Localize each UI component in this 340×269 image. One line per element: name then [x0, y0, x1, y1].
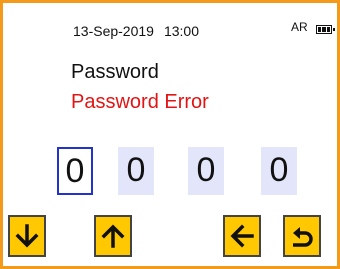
status-time: 13:00 — [163, 23, 199, 39]
pin-digit-4[interactable]: 0 — [261, 147, 297, 195]
pin-digit-3[interactable]: 0 — [188, 147, 224, 195]
down-button[interactable] — [8, 215, 46, 257]
page-title: Password — [71, 61, 159, 83]
status-datetime: 13-Sep-2019 13:00 — [73, 23, 199, 39]
mode-indicator: AR — [291, 20, 308, 34]
return-button[interactable] — [283, 215, 321, 257]
battery-icon — [316, 25, 335, 34]
status-date: 13-Sep-2019 — [73, 23, 154, 39]
arrow-left-icon — [230, 224, 254, 248]
pin-digit-1[interactable]: 0 — [57, 147, 93, 195]
pin-digit-2[interactable]: 0 — [118, 147, 154, 195]
arrow-up-icon — [101, 224, 125, 248]
device-screen: 13-Sep-2019 13:00 AR Password Password Er… — [0, 0, 340, 269]
arrow-down-icon — [15, 224, 39, 248]
back-button[interactable] — [223, 215, 261, 257]
return-icon — [293, 227, 313, 247]
error-message: Password Error — [71, 91, 209, 113]
up-button[interactable] — [94, 215, 132, 257]
